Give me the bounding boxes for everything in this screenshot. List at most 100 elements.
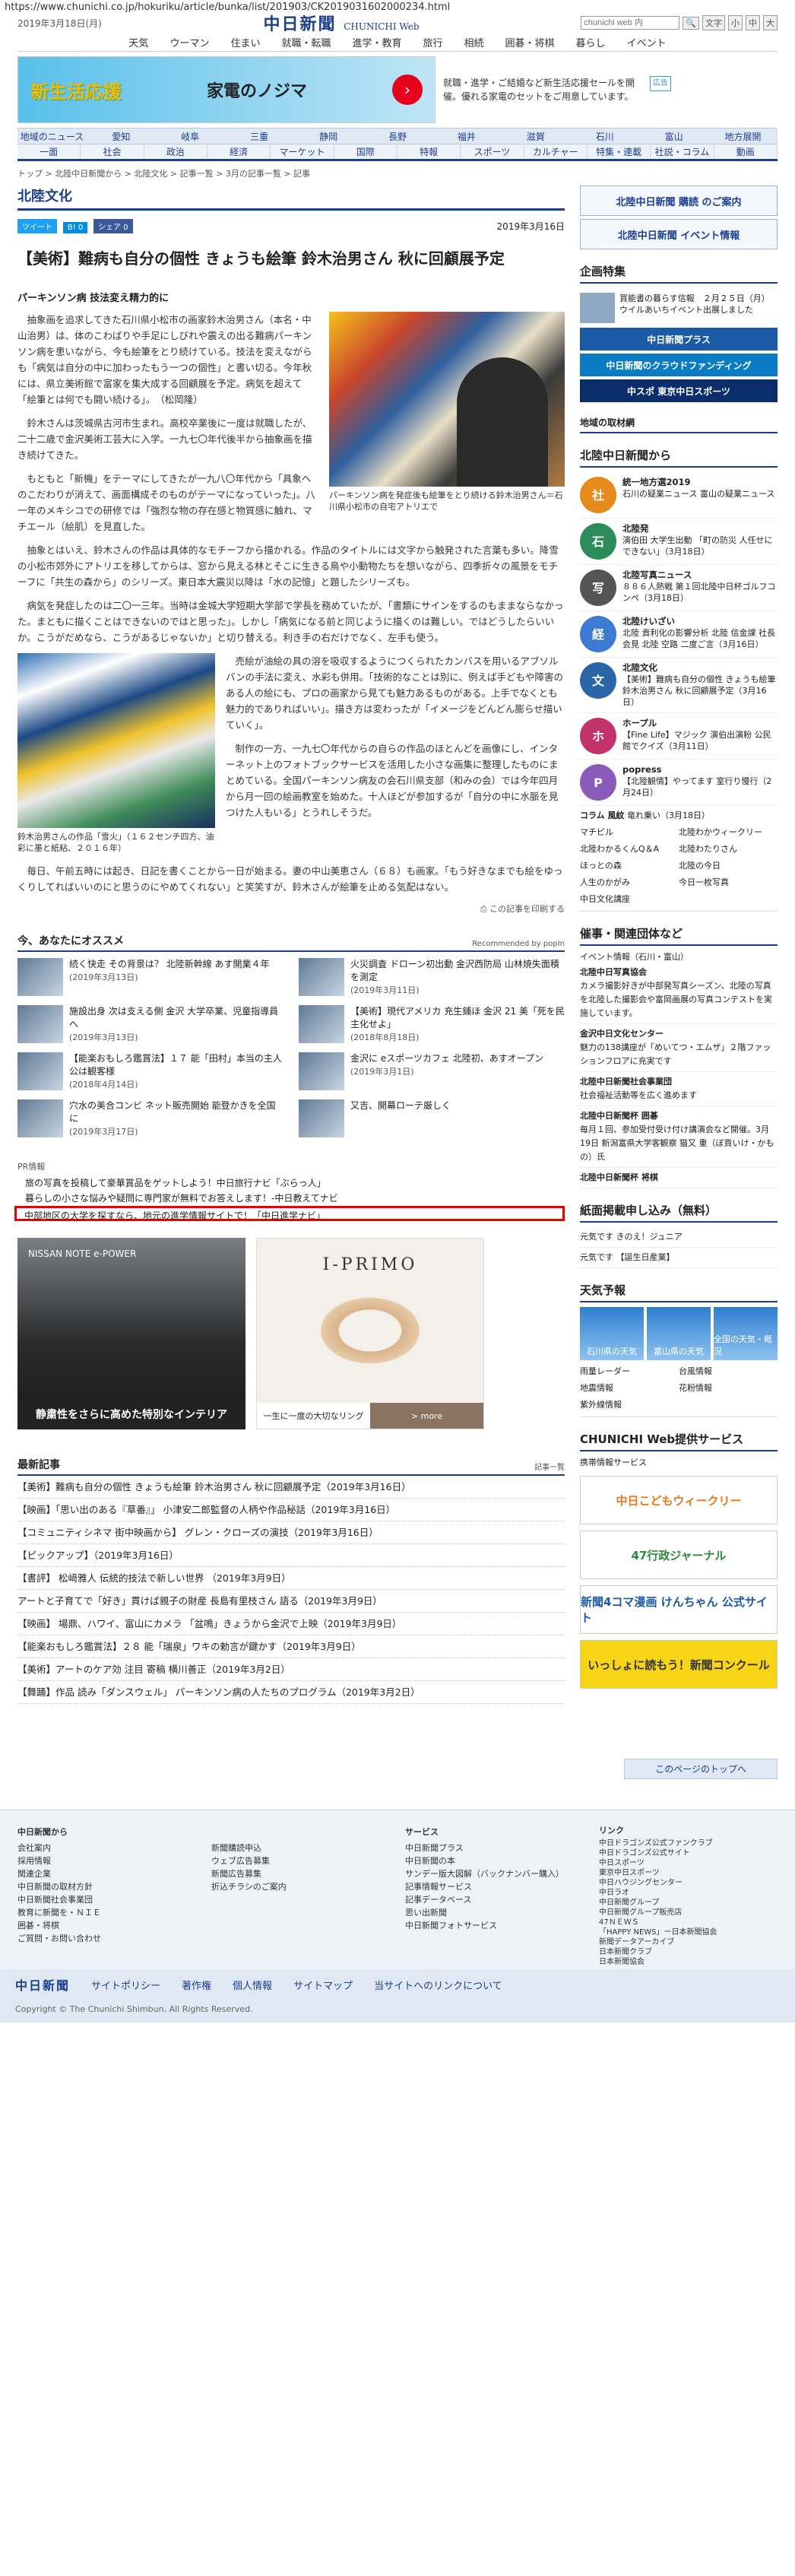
footer-link[interactable]: サンデー版大図解（バックナンバー購入） — [405, 1867, 584, 1880]
region-nav-item[interactable]: 福井 — [432, 130, 501, 143]
from-item[interactable]: 経北陸けいざい 北陸 貴利化の影響分析 北陸 信金課 社長会見 北陸 空路 二度ご… — [580, 611, 778, 658]
font-size-large[interactable]: 大 — [762, 15, 778, 30]
footer-nav-link[interactable]: サイトマップ — [293, 1978, 353, 1992]
footer-nav-link[interactable]: 当サイトへのリンクについて — [374, 1978, 502, 1992]
mag-item[interactable]: 元気です きのえ！ジュニア — [580, 1227, 778, 1248]
footer-link[interactable]: 中日新聞プラス — [405, 1842, 584, 1854]
latest-item[interactable]: 【映画】 場鼎、ハワイ、富山にカメラ 「盆鳴」きょうから金沢で上映（2019年3… — [17, 1613, 565, 1635]
pr-link-highlighted[interactable]: 中部地区の大学を探すなら、地元の進学情報サイトで！「中日進学ナビ」 — [14, 1206, 565, 1221]
footer-logo[interactable]: 中日新聞 — [15, 1975, 70, 1994]
section-nav-item[interactable]: カルチャー — [524, 145, 588, 158]
footer-link[interactable]: 関連企業 — [17, 1867, 196, 1880]
side-link[interactable]: マチビル — [580, 824, 679, 841]
artist-photo[interactable] — [329, 312, 565, 487]
latest-item[interactable]: 【ピックアップ】（2019年3月16日） — [17, 1544, 565, 1567]
footer-link[interactable]: 記事情報サービス — [405, 1880, 584, 1893]
footer-link[interactable]: 折込チラシのご案内 — [211, 1880, 390, 1893]
column-fuumon[interactable]: コラム 風紋 竜れ乗い（3月18日） — [580, 806, 778, 824]
footer-link[interactable]: 中日新聞グループ販売店 — [599, 1908, 778, 1918]
gnav-item[interactable]: 住まい — [220, 35, 271, 49]
facebook-share-button[interactable]: シェア 0 — [93, 218, 133, 233]
side-link[interactable]: 北陸わたりさん — [679, 841, 778, 858]
footer-link[interactable]: 東京中日スポーツ — [599, 1868, 778, 1878]
footer-link[interactable]: 「HAPPY NEWS」ー日本新聞協会 — [599, 1927, 778, 1937]
latest-item[interactable]: アートと子育てで「好き」貫けば親子の財産 長島有里枝さん 語る（2019年3月9… — [17, 1590, 565, 1613]
region-nav-item[interactable]: 長野 — [363, 130, 432, 143]
event-item[interactable]: 北陸中日新聞杯 将棋 — [580, 1168, 778, 1188]
breadcrumb[interactable]: トップ > 北陸中日新聞から > 北陸文化 > 記事一覧 > 3月の記事一覧 >… — [17, 167, 778, 179]
kikaku-item[interactable]: 買能書の暮らす信報 ２月２５日（月）ウイルあいちイベント出展しました — [580, 288, 778, 328]
latest-item[interactable]: 【映画】「思い出のある『草番』」 小津安二郎監督の人柄や作品秘話（2019年3月… — [17, 1499, 565, 1521]
search-icon[interactable]: 🔍 — [683, 16, 699, 30]
event-item[interactable]: 北陸中日新聞社会事業団 社会福祉活動等を広く進めます — [580, 1072, 778, 1106]
recommend-item[interactable]: 又吉、開幕ローテ厳しく — [299, 1099, 565, 1142]
mag-item[interactable]: 元気です 【誕生日産業】 — [580, 1248, 778, 1268]
from-item[interactable]: 文北陸文化 【美術】難病も自分の個性 きょうも絵筆 鈴木治男さん 秋に回顧展予定（… — [580, 658, 778, 713]
side-link[interactable]: 中日文化講座 — [580, 891, 679, 908]
chuspo-banner[interactable]: 中スポ 東京中日スポーツ — [580, 379, 778, 402]
gnav-item[interactable]: イベント — [616, 35, 677, 49]
gnav-item[interactable]: 相続 — [454, 35, 495, 49]
footer-link[interactable]: 新聞データアーカイブ — [599, 1937, 778, 1947]
side-link[interactable]: 今日一枚写真 — [679, 874, 778, 891]
recommend-by[interactable]: Recommended by popIn — [472, 940, 565, 948]
recommend-item[interactable]: 穴水の美合コンビ ネット販売開始 能登かきを全国に (2019年3月17日) — [17, 1099, 283, 1142]
footer-link[interactable]: 日本新聞協会 — [599, 1957, 778, 1967]
concours-banner[interactable]: いっしょに読もう！新聞コンクール — [580, 1640, 778, 1689]
side-link[interactable]: 北陸わかウィークリー — [679, 824, 778, 841]
gnav-item[interactable]: 進学・教育 — [341, 35, 412, 49]
section-nav-item[interactable]: マーケット — [271, 145, 334, 158]
weather-link[interactable]: 紫外線情報 — [580, 1397, 679, 1413]
recommend-item[interactable]: 続く快走 その背景は？ 北陸新幹線 あす開業４年 (2019年3月13日) — [17, 958, 283, 1001]
side-link[interactable]: ほっとの森 — [580, 858, 679, 874]
footer-link[interactable]: 中日ラオ — [599, 1888, 778, 1898]
footer-link[interactable]: 会社案内 — [17, 1842, 196, 1854]
footer-link[interactable]: 中日新聞の取材方針 — [17, 1880, 196, 1893]
section-nav-item[interactable]: 特報 — [398, 145, 461, 158]
weather-link[interactable]: 地震情報 — [580, 1380, 679, 1397]
region-nav-item[interactable]: 地方展開 — [708, 130, 778, 143]
article-list-link[interactable]: 記事一覧 — [534, 1461, 565, 1472]
section-nav-item[interactable]: 国際 — [334, 145, 398, 158]
weather-tile[interactable]: 富山県の天気 — [647, 1307, 711, 1360]
from-item[interactable]: Ppopress 【北陸観情】やってます 室行り慢行（2月24日） — [580, 760, 778, 806]
recommend-item[interactable]: 金沢に eスポーツカフェ 北陸初、あすオープン (2019年3月1日) — [299, 1052, 565, 1095]
footer-link[interactable]: 中日スポーツ — [599, 1858, 778, 1868]
kenchan-banner[interactable]: 新聞4コマ漫画 けんちゃん 公式サイト — [580, 1585, 778, 1634]
gnav-item[interactable]: 旅行 — [413, 35, 454, 49]
section-nav-item[interactable]: スポーツ — [461, 145, 524, 158]
recommend-item[interactable]: 【能楽おもしろ鑑賞法】１７ 能「田村」本当の主人公は観客様 (2018年4月14日… — [17, 1052, 283, 1095]
weather-link[interactable]: 台風情報 — [679, 1363, 778, 1380]
ad-text[interactable]: 広告 就職・進学・ご結婚など新生活応援セールを開催。優れる家電のセットをご用意し… — [443, 76, 671, 103]
latest-item[interactable]: 【美術】アートのケア効 注目 寄稿 横川善正（2019年3月2日） — [17, 1658, 565, 1681]
gnav-item[interactable]: 就職・転職 — [271, 35, 341, 49]
weather-tile[interactable]: 石川県の天気 — [580, 1307, 644, 1360]
latest-item[interactable]: 【美術】難病も自分の個性 きょうも絵筆 鈴木治男さん 秋に回顧展予定（2019年… — [17, 1476, 565, 1499]
region-nav-item[interactable]: 富山 — [639, 130, 708, 143]
gnav-item[interactable]: 囲碁・将棋 — [495, 35, 565, 49]
from-item[interactable]: ホホープル 【Fine Life】マジック 演伯出演粉 公民館でクイズ（3月11日… — [580, 713, 778, 760]
region-nav-item[interactable]: 三重 — [225, 130, 294, 143]
region-nav-item[interactable]: 静岡 — [294, 130, 363, 143]
footer-link[interactable]: 新聞購読申込 — [211, 1842, 390, 1854]
section-nav-item[interactable]: 動画 — [714, 145, 778, 158]
from-item[interactable]: 写北陸写真ニュース ８８６人熱戦 第１回北陸中日杯ゴルフコンペ（3月18日） — [580, 565, 778, 611]
section-nav-item[interactable]: 社説・コラム — [651, 145, 714, 158]
footer-nav-link[interactable]: 個人情報 — [233, 1978, 272, 1992]
nojima-banner[interactable]: 新生活応援 家電のノジマ › — [17, 56, 436, 123]
event-sub[interactable]: イベント情報（石川・富山） — [580, 950, 778, 963]
section-nav-item[interactable]: 特集・連載 — [588, 145, 651, 158]
footer-link[interactable]: 囲碁・将棋 — [17, 1919, 196, 1932]
font-size-medium[interactable]: 中 — [745, 15, 760, 30]
latest-item[interactable]: 【コミュニティシネマ 街中映画から】 グレン・クローズの演技（2019年3月16… — [17, 1521, 565, 1544]
iprimo-ad[interactable]: I-PRIMO 一生に一度の大切なリング > more — [256, 1238, 484, 1429]
weather-link[interactable]: 雨量レーダー — [580, 1363, 679, 1380]
footer-link[interactable]: 新聞広告募集 — [211, 1867, 390, 1880]
print-link[interactable]: ⎙ この記事を印刷する — [17, 903, 565, 915]
latest-item[interactable]: 【舞踊】作品 読み「ダンスウェル」 パーキンソン病の人たちのプログラム（2019… — [17, 1681, 565, 1704]
more-button[interactable]: > more — [370, 1403, 483, 1429]
hatena-button[interactable]: B! 0 — [62, 221, 88, 233]
footer-nav-link[interactable]: 著作権 — [182, 1978, 211, 1992]
side-link[interactable]: 北陸わかるくんQ＆A — [580, 841, 679, 858]
section-nav-item[interactable]: 一面 — [17, 145, 81, 158]
